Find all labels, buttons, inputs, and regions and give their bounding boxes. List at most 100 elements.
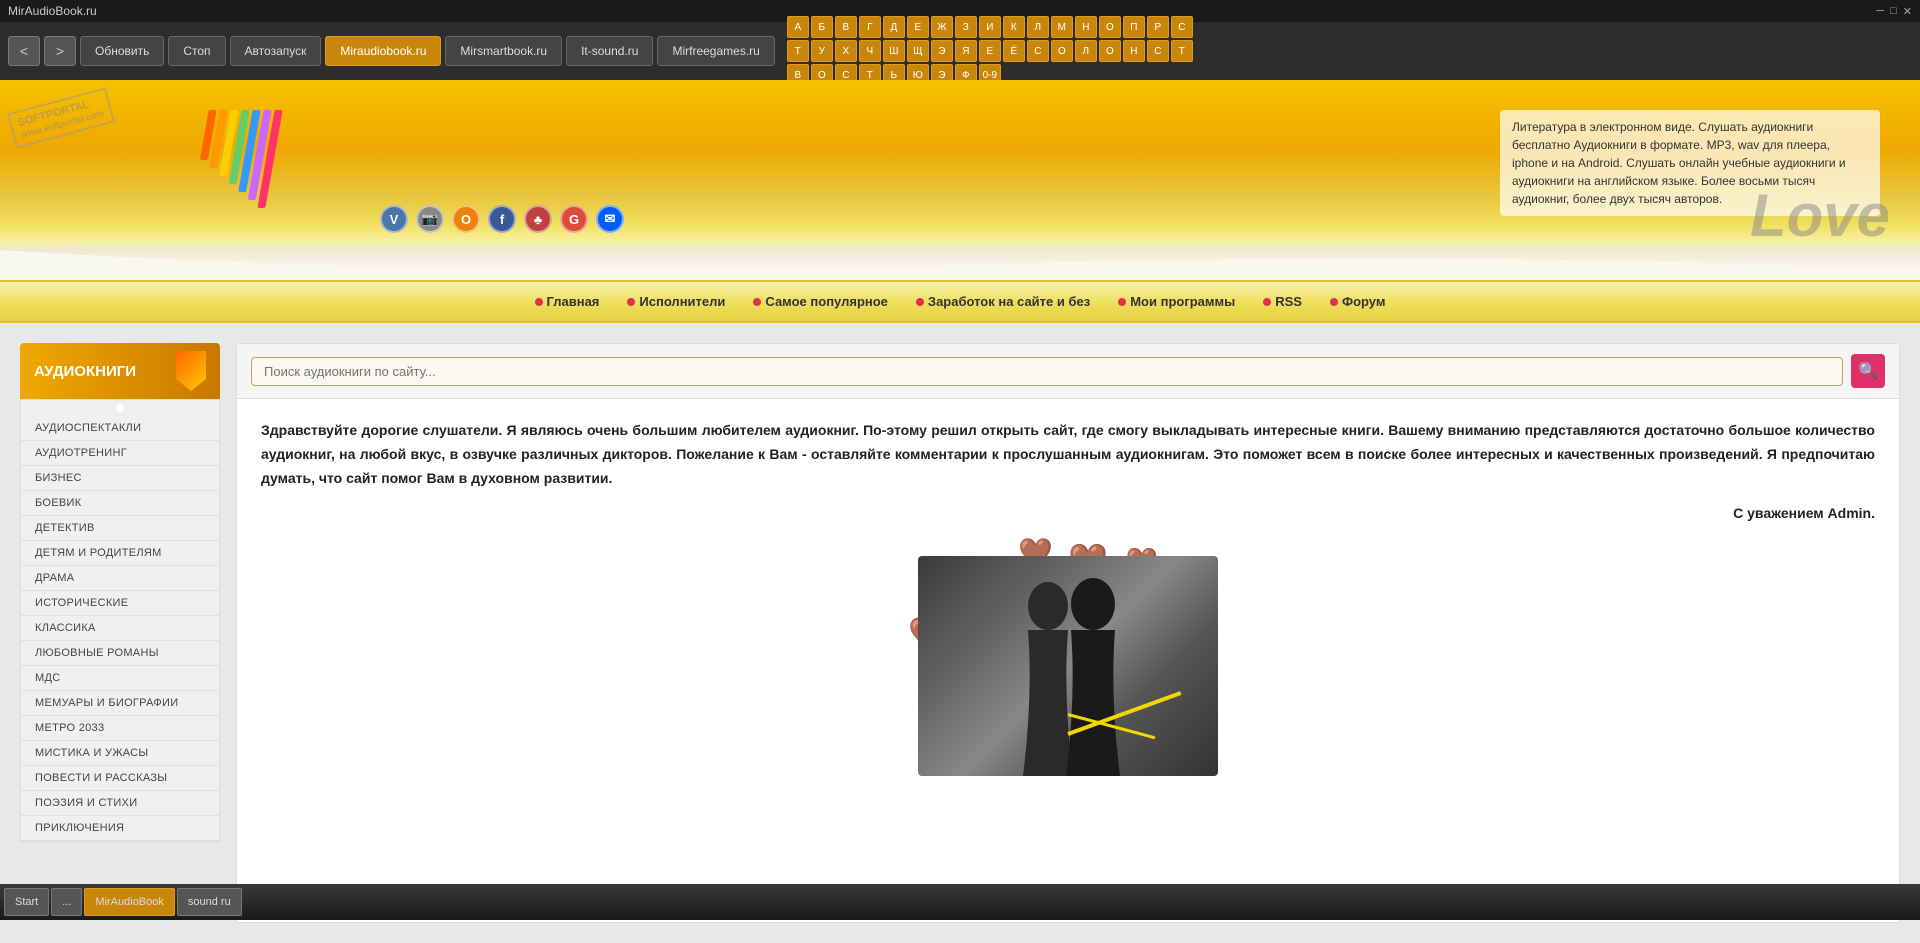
social-icon-facebook[interactable]: f: [488, 205, 516, 233]
tab-miraudiobook[interactable]: Miraudiobook.ru: [325, 36, 441, 66]
alpha-btn-З[interactable]: З: [955, 16, 977, 38]
nav-item-5[interactable]: RSS: [1251, 290, 1314, 313]
maximize-btn[interactable]: □: [1890, 5, 1897, 18]
sidebar-item-7[interactable]: ИСТОРИЧЕСКИЕ: [21, 591, 219, 616]
nav-item-label-6: Форум: [1342, 294, 1385, 309]
sidebar-item-12[interactable]: МЕТРО 2033: [21, 716, 219, 741]
nav-item-2[interactable]: Самое популярное: [741, 290, 900, 313]
sidebar-item-8[interactable]: КЛАССИКА: [21, 616, 219, 641]
nav-item-6[interactable]: Форум: [1318, 290, 1397, 313]
back-button[interactable]: <: [8, 36, 40, 66]
nav-item-label-1: Исполнители: [639, 294, 725, 309]
sidebar-item-3[interactable]: БОЕВИК: [21, 491, 219, 516]
sidebar-item-2[interactable]: БИЗНЕС: [21, 466, 219, 491]
alphabet-bar: АБВГДЕЖЗИКЛМНОПРСТУХЧШЩЭЯЕЁСОЛОНСТВОСТЬЮ…: [787, 16, 1207, 86]
alpha-btn-Я[interactable]: Я: [955, 40, 977, 62]
stop-button[interactable]: Стоп: [168, 36, 225, 66]
taskbar-btn-2[interactable]: MirAudioBook: [84, 888, 174, 916]
alpha-btn-Ш[interactable]: Ш: [883, 40, 905, 62]
alpha-btn-Е[interactable]: Е: [979, 40, 1001, 62]
sidebar-item-13[interactable]: МИСТИКА И УЖАСЫ: [21, 741, 219, 766]
close-btn[interactable]: ✕: [1903, 5, 1912, 18]
welcome-body: Здравствуйте дорогие слушатели. Я являюс…: [261, 419, 1875, 490]
sidebar-item-10[interactable]: МДС: [21, 666, 219, 691]
tab-it-sound[interactable]: It-sound.ru: [566, 36, 653, 66]
sidebar-item-11[interactable]: МЕМУАРЫ И БИОГРАФИИ: [21, 691, 219, 716]
nav-item-3[interactable]: Заработок на сайте и без: [904, 290, 1102, 313]
welcome-section: Здравствуйте дорогие слушатели. Я являюс…: [237, 399, 1899, 546]
sidebar-item-5[interactable]: ДЕТЯМ И РОДИТЕЛЯМ: [21, 541, 219, 566]
sidebar-list: АУДИОСПЕКТАКЛИАУДИОТРЕНИНГБИЗНЕСБОЕВИКДЕ…: [20, 399, 220, 842]
alpha-btn-Ё[interactable]: Ё: [1003, 40, 1025, 62]
social-icon-odnoklassniki[interactable]: О: [452, 205, 480, 233]
tab-mirfreegames[interactable]: Mirfreegames.ru: [657, 36, 774, 66]
main-content: АУДИОКНИГИ АУДИОСПЕКТАКЛИАУДИОТРЕНИНГБИЗ…: [0, 323, 1920, 943]
alpha-btn-Г[interactable]: Г: [859, 16, 881, 38]
wave-separator: [0, 250, 1920, 280]
alpha-btn-Р[interactable]: Р: [1147, 16, 1169, 38]
alpha-btn-Е[interactable]: Е: [907, 16, 929, 38]
alpha-btn-У[interactable]: У: [811, 40, 833, 62]
alpha-btn-О[interactable]: О: [1099, 40, 1121, 62]
alpha-btn-А[interactable]: А: [787, 16, 809, 38]
sidebar-item-0[interactable]: АУДИОСПЕКТАКЛИ: [21, 416, 219, 441]
alpha-btn-С[interactable]: С: [1147, 40, 1169, 62]
alpha-btn-Э[interactable]: Э: [931, 40, 953, 62]
social-icon-camera[interactable]: 📷: [416, 205, 444, 233]
alpha-btn-В[interactable]: В: [835, 16, 857, 38]
nav-item-0[interactable]: Главная: [523, 290, 612, 313]
alpha-btn-Ж[interactable]: Ж: [931, 16, 953, 38]
alpha-btn-Т[interactable]: Т: [787, 40, 809, 62]
search-button[interactable]: 🔍: [1851, 354, 1885, 388]
alpha-btn-Х[interactable]: Х: [835, 40, 857, 62]
alpha-btn-М[interactable]: М: [1051, 16, 1073, 38]
nav-item-1[interactable]: Исполнители: [615, 290, 737, 313]
sidebar: АУДИОКНИГИ АУДИОСПЕКТАКЛИАУДИОТРЕНИНГБИЗ…: [20, 343, 220, 923]
sidebar-item-15[interactable]: ПОЭЗИЯ И СТИХИ: [21, 791, 219, 816]
alpha-btn-О[interactable]: О: [1099, 16, 1121, 38]
alpha-btn-Т[interactable]: Т: [1171, 40, 1193, 62]
alpha-btn-О[interactable]: О: [1051, 40, 1073, 62]
alpha-btn-Н[interactable]: Н: [1075, 16, 1097, 38]
sidebar-item-16[interactable]: ПРИКЛЮЧЕНИЯ: [21, 816, 219, 841]
nav-item-4[interactable]: Мои программы: [1106, 290, 1247, 313]
alpha-btn-Щ[interactable]: Щ: [907, 40, 929, 62]
alpha-btn-Б[interactable]: Б: [811, 16, 833, 38]
social-icon-vk[interactable]: V: [380, 205, 408, 233]
window-controls[interactable]: ─ □ ✕: [1876, 5, 1912, 18]
social-icon-mail[interactable]: ✉: [596, 205, 624, 233]
alpha-btn-Л[interactable]: Л: [1027, 16, 1049, 38]
alpha-btn-И[interactable]: И: [979, 16, 1001, 38]
alpha-btn-Л[interactable]: Л: [1075, 40, 1097, 62]
forward-button[interactable]: >: [44, 36, 76, 66]
alpha-btn-С[interactable]: С: [1171, 16, 1193, 38]
sidebar-item-14[interactable]: ПОВЕСТИ И РАССКАЗЫ: [21, 766, 219, 791]
nav-dot-2: [753, 298, 761, 306]
autorun-button[interactable]: Автозапуск: [230, 36, 322, 66]
alpha-btn-Д[interactable]: Д: [883, 16, 905, 38]
alpha-btn-Ч[interactable]: Ч: [859, 40, 881, 62]
sidebar-header: АУДИОКНИГИ: [20, 343, 220, 399]
search-input[interactable]: [251, 357, 1843, 386]
sidebar-item-9[interactable]: ЛЮБОВНЫЕ РОМАНЫ: [21, 641, 219, 666]
content-area: 🔍 Здравствуйте дорогие слушатели. Я явля…: [236, 343, 1900, 923]
social-icon-livejournal[interactable]: ♣: [524, 205, 552, 233]
alpha-btn-С[interactable]: С: [1027, 40, 1049, 62]
nav-item-label-3: Заработок на сайте и без: [928, 294, 1090, 309]
tab-mirsmartbook[interactable]: Mirsmartbook.ru: [445, 36, 562, 66]
nav-dot-5: [1263, 298, 1271, 306]
sidebar-item-6[interactable]: ДРАМА: [21, 566, 219, 591]
alpha-btn-К[interactable]: К: [1003, 16, 1025, 38]
sidebar-item-4[interactable]: ДЕТЕКТИВ: [21, 516, 219, 541]
nav-dot-4: [1118, 298, 1126, 306]
taskbar-btn-3[interactable]: sound ru: [177, 888, 242, 916]
sidebar-item-1[interactable]: АУДИОТРЕНИНГ: [21, 441, 219, 466]
taskbar-btn-1[interactable]: ...: [51, 888, 82, 916]
social-icon-google[interactable]: G: [560, 205, 588, 233]
couple-image: [918, 556, 1218, 776]
taskbar-btn-0[interactable]: Start: [4, 888, 49, 916]
refresh-button[interactable]: Обновить: [80, 36, 164, 66]
alpha-btn-П[interactable]: П: [1123, 16, 1145, 38]
minimize-btn[interactable]: ─: [1876, 5, 1884, 18]
alpha-btn-Н[interactable]: Н: [1123, 40, 1145, 62]
